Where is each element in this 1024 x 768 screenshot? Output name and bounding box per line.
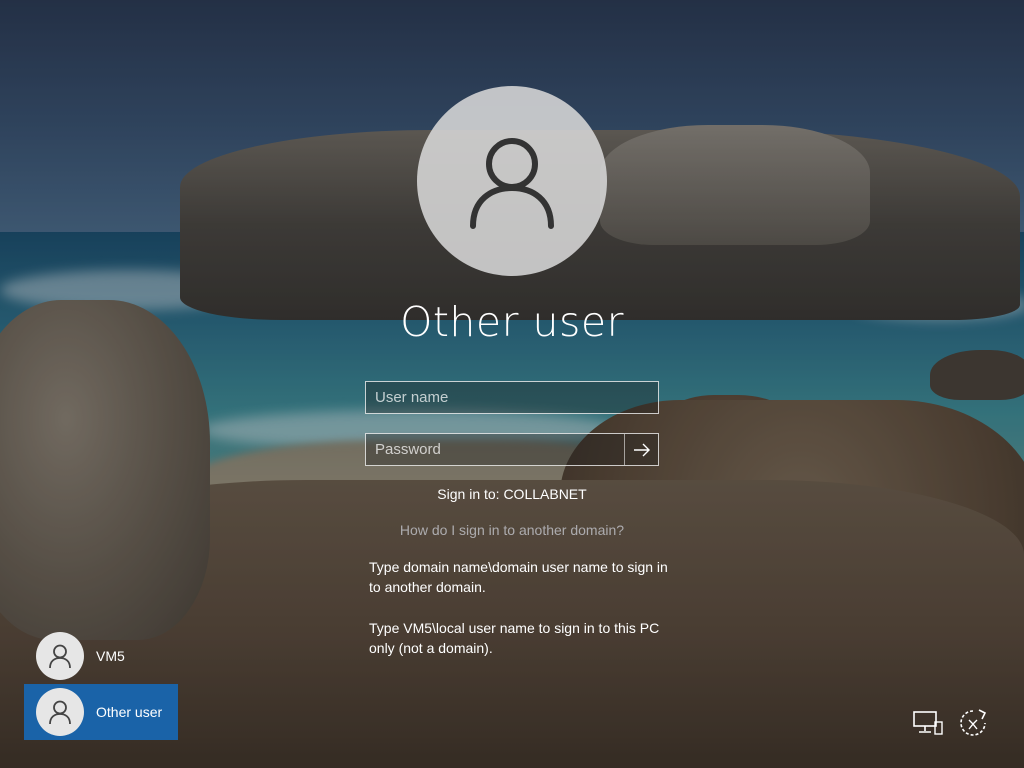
other-domain-help-link[interactable]: How do I sign in to another domain? [0,522,1024,538]
user-avatar [36,688,84,736]
username-field[interactable] [365,381,659,414]
help-text-domain: Type domain name\domain user name to sig… [369,559,668,595]
user-tile-other-user[interactable]: Other user [24,684,178,740]
user-tile-label: Other user [96,704,163,720]
username-input[interactable] [366,382,658,413]
ease-of-access-icon [960,709,987,736]
user-title: Other user [400,298,624,346]
help-text-local: Type VM5\local user name to sign in to t… [369,620,660,656]
user-avatar [36,632,84,680]
person-icon [49,644,71,669]
password-field[interactable] [365,433,659,466]
network-icon [913,711,943,735]
sign-in-domain-text: Sign in to: COLLABNET [437,486,587,502]
person-icon [49,700,71,725]
arrow-right-icon [633,443,650,456]
user-tile-label: VM5 [96,648,125,664]
submit-button[interactable] [624,434,658,465]
password-input[interactable] [366,434,626,465]
network-button[interactable] [910,706,944,740]
ease-of-access-button[interactable] [956,706,990,740]
person-icon [470,138,554,229]
user-avatar-large [417,86,607,276]
user-tile-vm5[interactable]: VM5 [24,628,178,684]
